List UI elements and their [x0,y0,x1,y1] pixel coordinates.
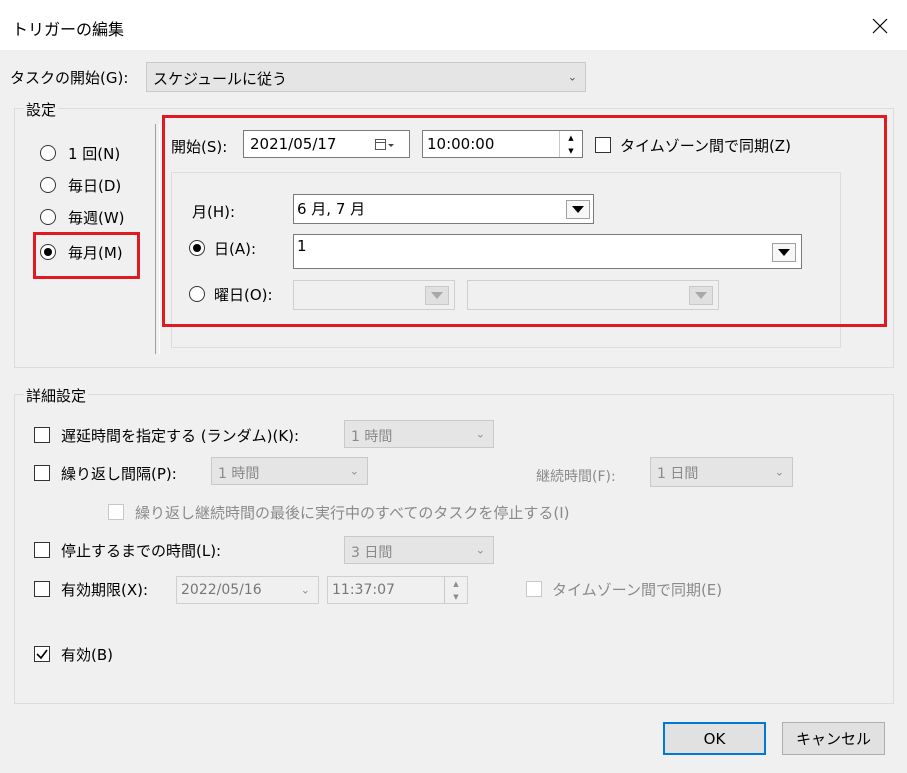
radio-monthly-label: 毎月(M) [68,244,123,262]
expire-label: 有効期限(X): [61,581,149,599]
chevron-down-icon: ⌄ [475,543,485,557]
advanced-legend: 詳細設定 [24,385,89,406]
radio-daily-label: 毎日(D) [68,177,122,195]
stop-all-checkbox[interactable] [108,504,124,520]
task-start-label: タスクの開始(G): [10,69,129,87]
radio-weekly-label: 毎週(W) [68,209,125,227]
chevron-down-icon: ⌄ [774,465,784,479]
repeat-value: 1 時間 [218,466,260,482]
stop-after-checkbox[interactable] [34,542,50,558]
duration-value: 1 日間 [657,466,699,482]
chevron-down-icon: ⌄ [300,583,310,597]
stop-after-value: 3 日間 [351,545,393,561]
expire-time-input[interactable]: 11:37:07 ▲ ▼ [327,576,468,604]
chevron-down-icon: ⌄ [567,70,577,84]
delay-label: 遅延時間を指定する (ランダム)(K): [61,427,300,445]
expire-date-picker[interactable]: 2022/05/16 ⌄ [176,576,319,604]
delay-select[interactable]: 1 時間 ⌄ [344,420,494,448]
close-icon [872,18,888,34]
radio-monthly-circle[interactable] [40,244,56,260]
task-start-value: スケジュールに従う [153,70,287,88]
enabled-checkbox[interactable] [34,646,50,662]
repeat-checkbox[interactable] [34,465,50,481]
stop-after-select[interactable]: 3 日間 ⌄ [344,536,494,564]
expire-time-value: 11:37:07 [332,582,395,598]
settings-legend: 設定 [24,99,59,120]
spin-up-icon[interactable]: ▲ [445,577,467,590]
radio-once-label: 1 回(N) [68,145,121,163]
expire-timezone-label: タイムゾーン間で同期(E) [552,581,723,599]
delay-checkbox[interactable] [34,427,50,443]
expire-time-spinner[interactable]: ▲ ▼ [444,577,467,603]
expire-date-value: 2022/05/16 [181,582,262,598]
expire-checkbox[interactable] [34,581,50,597]
duration-label: 継続時間(F): [536,469,616,485]
stop-all-label: 繰り返し継続時間の最後に実行中のすべてのタスクを停止する(I) [135,504,570,522]
chevron-down-icon: ⌄ [349,464,359,478]
radio-once-circle[interactable] [40,145,56,161]
window-title: トリガーの編集 [12,20,125,39]
duration-select[interactable]: 1 日間 ⌄ [650,457,793,487]
task-start-select[interactable]: スケジュールに従う ⌄ [146,62,586,92]
radio-daily-circle[interactable] [40,177,56,193]
repeat-select[interactable]: 1 時間 ⌄ [211,457,368,485]
radio-weekly-circle[interactable] [40,209,56,225]
repeat-label: 繰り返し間隔(P): [61,465,177,483]
delay-value: 1 時間 [351,429,393,445]
checkmark-icon [36,649,48,660]
spin-down-icon[interactable]: ▼ [445,590,467,603]
expire-timezone-checkbox[interactable] [526,581,542,597]
cancel-button[interactable]: キャンセル [782,722,885,755]
enabled-label: 有効(B) [61,646,113,664]
close-button[interactable] [860,10,900,42]
ok-button[interactable]: OK [663,722,766,755]
title-bar [0,0,907,50]
settings-highlight-box [162,115,887,327]
stop-after-label: 停止するまでの時間(L): [61,542,222,560]
settings-divider [155,124,160,354]
chevron-down-icon: ⌄ [475,427,485,441]
